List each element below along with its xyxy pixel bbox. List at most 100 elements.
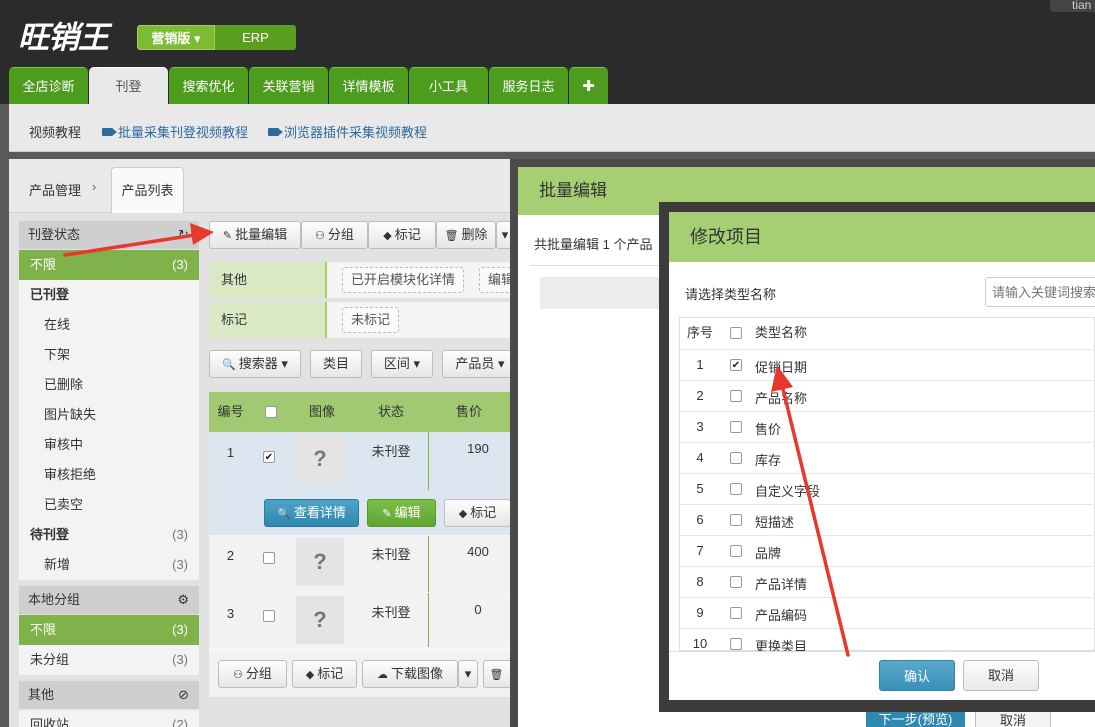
- tab-service-log[interactable]: 服务日志: [489, 67, 568, 104]
- delete-label: 删除: [461, 227, 488, 242]
- range-dropdown[interactable]: 区间 ▾: [371, 350, 433, 378]
- checkbox-checked[interactable]: [730, 359, 742, 371]
- category-button[interactable]: 类目: [310, 350, 362, 378]
- checkbox-unchecked[interactable]: [730, 545, 742, 557]
- product-image-placeholder: ?: [296, 596, 344, 644]
- add-tab-button[interactable]: ✚: [569, 67, 608, 104]
- tab-publish[interactable]: 刊登: [89, 67, 168, 104]
- tab-diagnosis[interactable]: 全店诊断: [9, 67, 88, 104]
- logo[interactable]: 旺销王: [18, 12, 109, 57]
- row-checkbox[interactable]: [263, 610, 275, 625]
- sidebar-other-header: 其他 ⊘: [19, 681, 199, 709]
- tab-tools[interactable]: 小工具: [409, 67, 488, 104]
- confirm-button[interactable]: 确认: [879, 660, 955, 691]
- checkbox-unchecked[interactable]: [730, 390, 742, 402]
- searcher-dropdown[interactable]: 🔍 搜索器 ▾: [209, 350, 301, 378]
- type-row-name: 促销日期: [755, 360, 808, 375]
- tab-related-marketing[interactable]: 关联营销: [249, 67, 328, 104]
- refresh-icon[interactable]: ↻: [178, 221, 189, 249]
- row-checkbox[interactable]: [263, 448, 275, 463]
- sidebar-item-rejected[interactable]: 审核拒绝: [19, 460, 199, 490]
- download-dropdown-button[interactable]: ▾: [458, 660, 478, 688]
- breadcrumb-current-tab[interactable]: 产品列表: [111, 167, 184, 213]
- sidebar-group-all[interactable]: 不限 (3): [19, 615, 199, 645]
- filter-tag-modular[interactable]: 已开启模块化详情: [342, 267, 465, 293]
- type-list-row[interactable]: [680, 597, 1095, 628]
- type-row-num: 6: [696, 512, 704, 527]
- select-all-checkbox[interactable]: [265, 406, 277, 418]
- checkbox-unchecked[interactable]: [730, 607, 742, 619]
- checkbox-unchecked[interactable]: [730, 421, 742, 433]
- type-list-row[interactable]: [680, 349, 1095, 380]
- keyword-search-input[interactable]: [985, 277, 1095, 307]
- sidebar-status-header: 刊登状态 ↻: [19, 221, 199, 249]
- type-list-row[interactable]: [680, 535, 1095, 566]
- checkbox-unchecked[interactable]: [730, 638, 742, 650]
- type-list-row[interactable]: [680, 380, 1095, 411]
- user-menu[interactable]: tian: [1050, 0, 1095, 12]
- checkbox-unchecked[interactable]: [730, 452, 742, 464]
- checkbox-unchecked[interactable]: [263, 552, 275, 564]
- edition-marketing-button[interactable]: 营销版 ▾: [137, 25, 215, 50]
- sidebar-item-all[interactable]: 不限 (3): [19, 250, 199, 280]
- cancel-button[interactable]: 取消: [963, 660, 1039, 691]
- select-all-checkbox[interactable]: [730, 327, 742, 339]
- mark-button[interactable]: ◆ 标记: [368, 221, 436, 249]
- filter-tag-unmarked[interactable]: 未标记: [342, 307, 400, 333]
- sidebar-item-pending[interactable]: 待刊登 (3): [19, 520, 199, 550]
- sidebar-item-reviewing[interactable]: 审核中: [19, 430, 199, 460]
- row-mark-button[interactable]: ◆ 标记: [444, 499, 511, 527]
- batch-edit-button[interactable]: ✎ 批量编辑: [209, 221, 301, 249]
- bottom-delete-button[interactable]: 🗑删: [483, 660, 513, 688]
- sidebar-ungrouped[interactable]: 未分组 (3): [19, 645, 199, 675]
- video-camera-icon: [268, 128, 283, 136]
- edit-icon: ✎: [382, 508, 392, 520]
- edit-button[interactable]: ✎ 编辑: [367, 499, 436, 527]
- checkbox-unchecked[interactable]: [263, 610, 275, 622]
- tab-search-optimize[interactable]: 搜索优化: [169, 67, 248, 104]
- tab-detail-template[interactable]: 详情模板: [329, 67, 408, 104]
- group-button[interactable]: ⚇ 分组: [301, 221, 368, 249]
- checkbox-unchecked[interactable]: [730, 483, 742, 495]
- link-plugin-video[interactable]: 浏览器插件采集视频教程: [268, 122, 427, 141]
- delete-button[interactable]: 🗑 删除: [436, 221, 496, 249]
- link-batch-video[interactable]: 批量采集刊登视频教程: [102, 122, 248, 141]
- edition-erp-button[interactable]: ERP: [215, 25, 296, 50]
- sidebar-recycle-bin[interactable]: 回收站 (2): [19, 710, 199, 727]
- sitemap-icon: ⚇: [315, 230, 325, 242]
- sidebar-item-new[interactable]: 新增 (3): [19, 550, 199, 580]
- sidebar-item-published[interactable]: 已刊登: [19, 280, 199, 310]
- type-row-num: 4: [696, 450, 704, 465]
- type-list-row[interactable]: [680, 566, 1095, 597]
- checkbox-unchecked[interactable]: [730, 514, 742, 526]
- type-list-row[interactable]: [680, 504, 1095, 535]
- link-plugin-video-label: 浏览器插件采集视频教程: [284, 125, 428, 140]
- sidebar-item-missing-image[interactable]: 图片缺失: [19, 400, 199, 430]
- tag-icon: ◆: [458, 508, 468, 520]
- row-num: 2: [226, 548, 235, 563]
- sidebar-item-count: (3): [172, 257, 188, 272]
- download-images-button[interactable]: ☁ 下载图像: [362, 660, 458, 688]
- view-details-button[interactable]: 🔍 查看详情: [264, 499, 359, 527]
- sidebar-item-sold-out[interactable]: 已卖空: [19, 490, 199, 520]
- bottom-group-button[interactable]: ⚇ 分组: [218, 660, 287, 688]
- sidebar-item-online[interactable]: 在线: [19, 310, 199, 340]
- gear-icon[interactable]: ⚙: [177, 586, 189, 614]
- type-list-row[interactable]: [680, 628, 1095, 659]
- sidebar-item-offline[interactable]: 下架: [19, 340, 199, 370]
- type-list-row[interactable]: [680, 473, 1095, 504]
- type-list-row[interactable]: [680, 442, 1095, 473]
- col-header-price: 售价: [428, 392, 510, 432]
- type-list-row[interactable]: [680, 411, 1095, 442]
- breadcrumb-parent[interactable]: 产品管理: [29, 180, 81, 199]
- sidebar-other-title: 其他: [28, 687, 55, 702]
- seller-dropdown[interactable]: 产品员 ▾: [442, 350, 518, 378]
- sidebar-item-deleted[interactable]: 已删除: [19, 370, 199, 400]
- row-checkbox[interactable]: [263, 552, 275, 567]
- checkbox-checked[interactable]: [263, 451, 275, 463]
- bottom-mark-button[interactable]: ◆ 标记: [292, 660, 357, 688]
- checkbox-unchecked[interactable]: [730, 576, 742, 588]
- row-divider: [428, 593, 429, 647]
- col-header-num: 序号: [680, 318, 720, 348]
- ban-icon[interactable]: ⊘: [178, 681, 189, 709]
